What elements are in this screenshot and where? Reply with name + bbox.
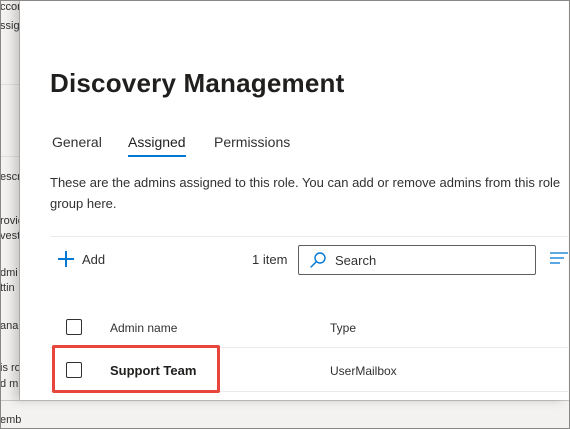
item-count: 1 item xyxy=(252,252,288,267)
plus-icon xyxy=(58,251,74,267)
select-all-checkbox[interactable] xyxy=(66,319,82,335)
background-text: emb xyxy=(0,414,22,426)
table-row[interactable]: Support Team UserMailbox xyxy=(50,348,568,392)
search-input[interactable] xyxy=(335,252,525,268)
role-details-panel: Discovery Management General Assigned Pe… xyxy=(20,0,568,400)
background-text: ttin xyxy=(0,282,15,294)
column-header-type[interactable]: Type xyxy=(330,321,356,335)
type-cell: UserMailbox xyxy=(330,364,397,378)
background-text: vest xyxy=(0,230,20,242)
row-checkbox[interactable] xyxy=(66,362,82,378)
background-divider xyxy=(0,156,19,157)
background-page: ccor ssig escr rovic vest dmi ttin ana i… xyxy=(0,0,20,429)
tab-assigned[interactable]: Assigned xyxy=(128,134,186,157)
background-text: escr xyxy=(0,171,20,183)
add-label: Add xyxy=(82,251,106,267)
background-text: ccor xyxy=(0,1,20,13)
background-text: d m xyxy=(0,378,19,390)
table-header: Admin name Type xyxy=(50,306,568,348)
filter-icon[interactable] xyxy=(550,251,568,265)
add-admin-button[interactable]: Add xyxy=(58,248,105,270)
background-text: dmi xyxy=(0,267,18,279)
background-text: is ro xyxy=(0,362,20,374)
role-description: These are the admins assigned to this ro… xyxy=(50,175,561,211)
background-divider xyxy=(0,84,19,85)
background-text: rovic xyxy=(0,215,19,227)
active-tab-indicator xyxy=(128,155,186,157)
toolbar-divider xyxy=(50,236,568,237)
column-header-admin-name[interactable]: Admin name xyxy=(110,321,177,335)
background-text: ana xyxy=(0,320,19,332)
tab-assigned-label: Assigned xyxy=(128,134,186,150)
page-title: Discovery Management xyxy=(50,68,345,98)
search-box[interactable] xyxy=(298,245,536,275)
search-icon xyxy=(310,252,326,268)
tab-permissions[interactable]: Permissions xyxy=(214,134,290,150)
bottom-strip: emb xyxy=(0,400,570,429)
tab-general[interactable]: General xyxy=(52,134,102,150)
admin-name-cell: Support Team xyxy=(110,363,197,378)
background-text: ssig xyxy=(0,20,20,32)
